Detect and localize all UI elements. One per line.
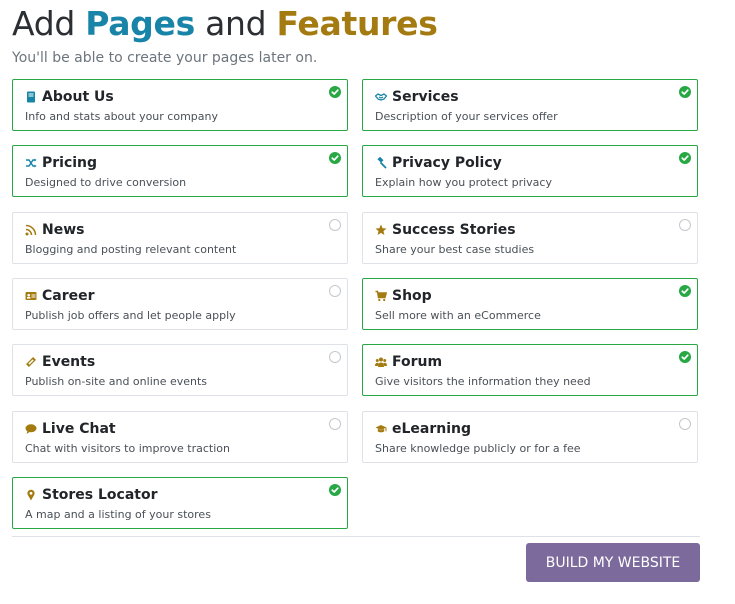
feature-card-header: About Us [25,87,114,107]
empty-circle-icon[interactable] [329,284,341,297]
title-word-and: and [205,4,267,43]
feature-card-title: Services [392,89,459,105]
comment-icon [25,423,37,435]
feature-card-about-us[interactable]: About Us Info and stats about your compan… [12,79,348,131]
title-word-add: Add [12,4,75,43]
feature-card-events[interactable]: Events Publish on-site and online events [12,344,348,397]
feature-card-forum[interactable]: Forum Give visitors the information they … [362,344,698,397]
feature-card-stores-locator[interactable]: Stores Locator A map and a listing of you… [12,476,348,529]
check-circle-icon[interactable] [679,284,691,297]
feature-card-description: Sell more with an eCommerce [375,308,541,322]
feature-card-description: A map and a listing of your stores [25,507,211,521]
feature-card-description: Designed to drive conversion [25,176,187,190]
star-icon [375,224,387,236]
feature-card-header: Privacy Policy [375,153,502,173]
feature-card-description: Explain how you protect privacy [375,176,552,190]
check-circle-icon[interactable] [679,351,691,364]
empty-circle-icon[interactable] [329,351,341,364]
feature-card-header: Services [375,87,459,107]
feature-card-elearning[interactable]: eLearning Share knowledge publicly or for… [362,410,698,463]
feature-card-header: Stores Locator [25,485,158,505]
handshake-icon [375,91,387,103]
page-subtitle: You'll be able to create your pages late… [12,50,318,66]
feature-card-header: Success Stories [375,220,516,240]
feature-card-title: Stores Locator [42,486,158,503]
feature-card-header: Pricing [25,153,97,173]
map-marker-icon [25,489,37,501]
feature-card-title: Events [42,354,96,371]
feature-card-career[interactable]: Career Publish job offers and let people … [12,277,348,330]
feature-card-header: News [25,220,84,240]
feature-card-title: Success Stories [392,221,516,238]
ticket-icon [25,356,37,368]
users-icon [375,356,387,368]
check-circle-icon[interactable] [679,152,691,165]
feature-card-news[interactable]: News Blogging and posting relevant conten… [12,211,348,264]
empty-circle-icon[interactable] [329,417,341,430]
feature-card-description: Description of your services offer [375,110,558,123]
feature-card-description: Info and stats about your company [25,110,218,123]
empty-circle-icon[interactable] [329,218,341,231]
feature-card-description: Share your best case studies [375,242,535,256]
feature-card-title: Shop [392,287,432,304]
empty-circle-icon[interactable] [679,218,691,231]
feature-card-title: Privacy Policy [392,155,502,172]
feature-card-header: Forum [375,352,442,372]
feature-card-description: Publish on-site and online events [25,375,208,389]
feature-card-description: Publish job offers and let people apply [25,308,236,322]
page-title: Add Pages and Features [12,4,438,43]
id-card-icon [25,290,37,302]
feature-card-header: Career [25,286,95,306]
random-icon [25,157,37,169]
feature-card-services[interactable]: Services Description of your services off… [362,79,698,131]
cart-icon [375,290,387,302]
feature-card-title: Career [42,287,95,304]
feature-card-header: eLearning [375,419,471,439]
graduation-cap-icon [375,423,387,435]
book-icon [25,91,37,103]
check-circle-icon[interactable] [329,483,341,496]
rss-icon [25,224,37,236]
feature-card-title: eLearning [392,420,472,437]
title-word-pages: Pages [85,4,195,43]
check-circle-icon[interactable] [329,152,341,165]
feature-card-title: About Us [42,89,114,105]
feature-card-privacy-policy[interactable]: Privacy Policy Explain how you protect pr… [362,145,698,198]
empty-circle-icon[interactable] [679,417,691,430]
check-circle-icon[interactable] [679,86,691,98]
feature-card-shop[interactable]: Shop Sell more with an eCommerce [362,277,698,330]
feature-card-title: Pricing [42,155,98,172]
feature-card-description: Give visitors the information they need [375,375,591,389]
feature-card-success-stories[interactable]: Success Stories Share your best case stud… [362,211,698,264]
feature-card-description: Chat with visitors to improve traction [25,441,230,455]
check-circle-icon[interactable] [329,86,341,98]
build-my-website-button[interactable]: BUILD MY WEBSITE [526,543,700,582]
feature-card-description: Blogging and posting relevant content [25,242,237,256]
feature-card-header: Shop [375,286,432,306]
feature-card-live-chat[interactable]: Live Chat Chat with visitors to improve t… [12,410,348,463]
feature-card-pricing[interactable]: Pricing Designed to drive conversion [12,145,348,198]
title-word-features: Features [276,4,438,43]
feature-card-title: Live Chat [42,420,116,437]
gavel-icon [375,157,387,169]
feature-card-title: News [42,221,85,238]
feature-card-title: Forum [392,354,443,371]
feature-card-header: Live Chat [25,419,116,439]
feature-card-description: Share knowledge publicly or for a fee [375,441,581,455]
feature-card-header: Events [25,352,95,372]
footer-divider [12,536,700,537]
